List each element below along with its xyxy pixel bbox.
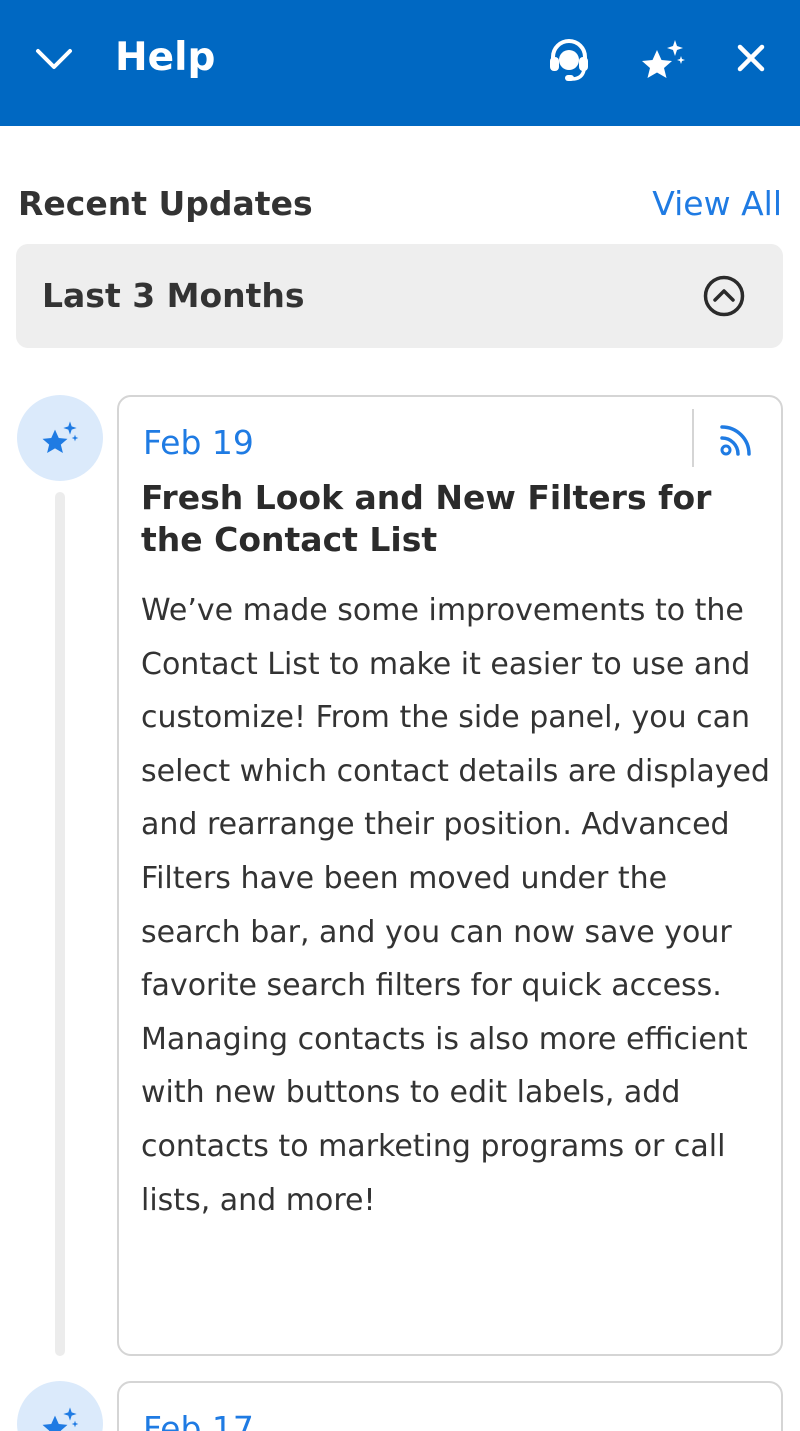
timeline-line <box>55 492 65 1356</box>
timeline-dot <box>17 1381 103 1431</box>
update-card[interactable]: Feb 17 <box>117 1381 783 1431</box>
update-body: We’ve made some improvements to the Cont… <box>141 593 770 1218</box>
timeline-dot <box>17 395 103 481</box>
date-range-label: Last 3 Months <box>42 276 305 315</box>
divider <box>692 409 694 467</box>
whats-new-button[interactable] <box>634 33 692 87</box>
sparkle-star-icon <box>42 421 79 453</box>
close-button[interactable] <box>724 31 778 85</box>
headset-icon <box>550 39 588 81</box>
recent-updates-heading: Recent Updates <box>18 184 313 223</box>
rss-icon[interactable] <box>717 419 757 459</box>
update-date: Feb 17 <box>143 1409 254 1431</box>
panel-title: Help <box>115 35 216 80</box>
update-title: Fresh Look and New Filters for the Conta… <box>141 478 712 559</box>
help-header: Help <box>0 0 800 126</box>
update-date: Feb 19 <box>143 423 254 462</box>
date-range-accordion[interactable]: Last 3 Months <box>16 244 783 348</box>
close-icon <box>737 44 765 72</box>
sparkle-star-icon <box>42 1407 79 1431</box>
chevron-down-icon <box>36 49 72 69</box>
sparkle-star-icon <box>642 40 685 78</box>
view-all-link[interactable]: View All <box>652 182 782 226</box>
update-card[interactable]: Feb 19 Fresh Look and New Filters for th… <box>117 395 783 1356</box>
chevron-up-circle-icon <box>703 275 745 317</box>
support-button[interactable] <box>540 33 598 87</box>
collapse-button[interactable] <box>28 33 80 85</box>
